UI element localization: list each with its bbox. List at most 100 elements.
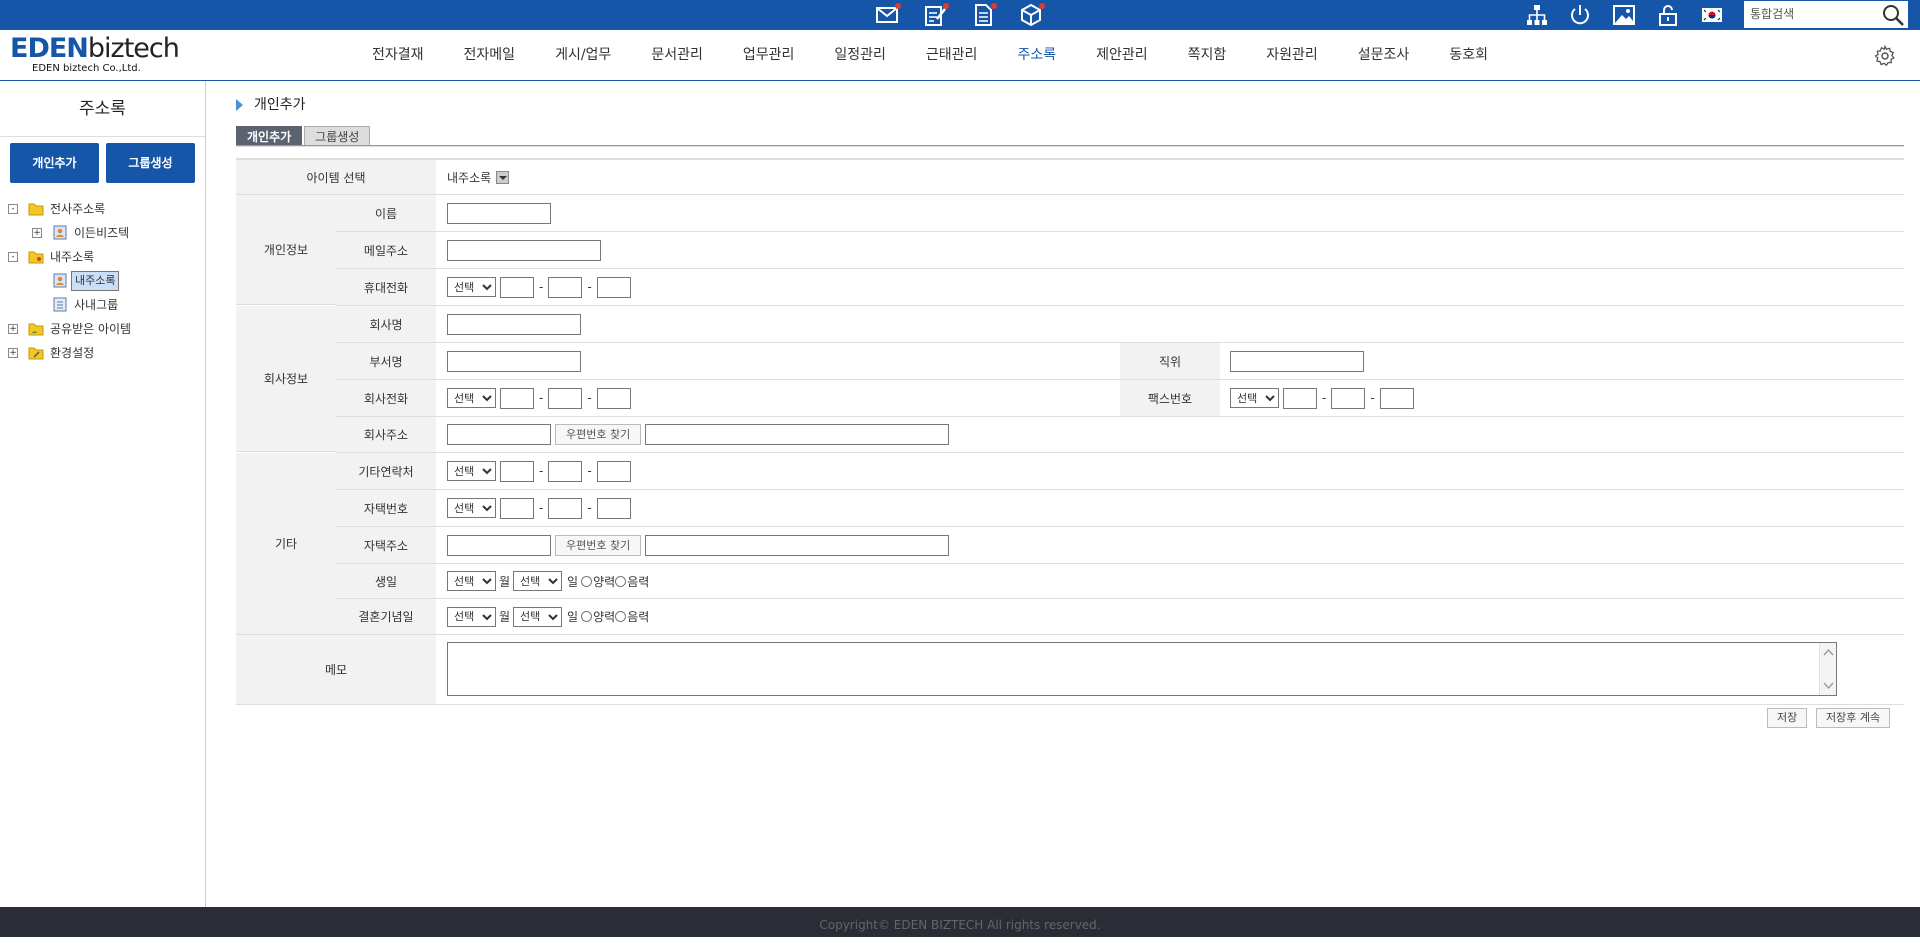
tab-create-group[interactable]: 그룹생성 [304,126,371,146]
group-book-icon [53,297,67,312]
collapse-icon[interactable]: - [8,252,18,262]
expand-icon[interactable]: + [8,348,18,358]
tree-item-label: 사내그룹 [74,298,119,312]
save-button[interactable]: 저장 [1767,708,1808,728]
nav-item-addressbook[interactable]: 주소록 [997,30,1076,80]
contact-book-icon [53,273,67,288]
anniversary-day-select[interactable]: 선택 [513,606,563,627]
mobile-prefix-select[interactable]: 선택 [447,277,496,297]
nav-item-attendance[interactable]: 근태관리 [906,30,998,80]
home-address-label: 자택주소 [336,527,436,563]
name-input[interactable] [447,202,551,224]
add-person-button[interactable]: 개인추가 [10,143,99,183]
nav-item-resources[interactable]: 자원관리 [1246,30,1338,80]
tab-add-person[interactable]: 개인추가 [236,126,303,146]
image-icon[interactable] [1612,3,1636,27]
dept-input[interactable] [447,350,581,372]
mail-icon[interactable] [875,3,901,27]
email-input[interactable] [447,239,601,261]
folder-user-icon [28,251,44,264]
company-zip-search-button[interactable]: 우편번호 찾기 [555,424,642,445]
expand-icon[interactable]: + [8,324,18,334]
nav-item-board[interactable]: 게시/업무 [535,30,631,80]
memo-scrollbar[interactable] [1819,643,1836,695]
company-input[interactable] [447,313,581,335]
search-icon[interactable] [1880,2,1906,27]
search-input[interactable] [1750,5,1870,23]
birthday-solar-radio[interactable] [581,575,593,587]
nav-item-mail[interactable]: 전자메일 [444,30,536,80]
anniversary-solar-radio[interactable] [581,611,593,622]
add-person-form: 아이템 선택 내주소록 개인정보 회사정보 기타 이름 메일주소 휴대전화 선택 [236,158,1904,705]
nav-item-tasks[interactable]: 업무관리 [723,30,815,80]
document-icon[interactable] [971,3,997,27]
nav-item-proposal[interactable]: 제안관리 [1076,30,1168,80]
fax-prefix-select[interactable]: 선택 [1230,388,1279,408]
mobile-part1-input[interactable] [500,276,534,298]
item-select-control[interactable]: 내주소록 [447,160,510,194]
fax-part2-input[interactable] [1331,387,1366,409]
nav-item-approval[interactable]: 전자결재 [352,30,444,80]
other-contact-part2-input[interactable] [548,460,583,482]
home-phone-part1-input[interactable] [500,497,534,519]
company-phone-part3-input[interactable] [596,387,631,409]
row-name: 이름 [336,195,1904,232]
company-zip-input[interactable] [447,424,551,445]
nav-item-documents[interactable]: 문서관리 [631,30,723,80]
save-and-continue-button[interactable]: 저장후 계속 [1816,708,1891,728]
nav-item-notes[interactable]: 쪽지함 [1168,30,1247,80]
korea-flag-icon[interactable] [1700,3,1724,27]
home-zip-search-button[interactable]: 우편번호 찾기 [555,534,642,556]
email-label: 메일주소 [336,232,436,268]
gear-icon[interactable] [1873,44,1897,68]
memo-textarea[interactable] [447,642,1837,696]
other-contact-part3-input[interactable] [596,460,631,482]
folder-icon [28,203,44,216]
tab-divider [236,145,1904,147]
lock-icon[interactable] [1656,3,1680,27]
fax-part3-input[interactable] [1379,387,1414,409]
nav-item-schedule[interactable]: 일정관리 [814,30,906,80]
logo[interactable]: EDENbiztech EDEN biztech Co.,Ltd. [10,35,180,77]
company-label: 회사명 [336,306,436,342]
dash: - [587,501,592,515]
create-group-button[interactable]: 그룹생성 [106,143,195,183]
collapse-icon[interactable]: - [8,204,18,214]
nav-item-club[interactable]: 동호회 [1429,30,1508,80]
tree-item-label: 공유받은 아이템 [50,322,132,336]
dash: - [539,391,544,405]
expand-icon[interactable]: + [32,228,42,238]
company-phone-prefix-select[interactable]: 선택 [447,388,496,408]
other-contact-part1-input[interactable] [500,460,534,482]
company-address-input[interactable] [645,424,950,445]
copyright-text: Copyright© EDEN BIZTECH All rights reser… [819,918,1101,932]
other-contact-prefix-select[interactable]: 선택 [447,461,496,481]
home-phone-prefix-select[interactable]: 선택 [447,498,496,518]
fax-part1-input[interactable] [1283,387,1317,409]
tree-item-label: 전사주소록 [50,202,106,216]
settings-folder-icon [28,347,44,360]
home-address-input[interactable] [645,534,950,556]
anniversary-month-select[interactable]: 선택 [447,606,496,627]
mobile-part3-input[interactable] [596,276,631,298]
company-phone-part1-input[interactable] [500,387,534,409]
home-phone-part2-input[interactable] [548,497,583,519]
company-phone-part2-input[interactable] [548,387,583,409]
birthday-month-select[interactable]: 선택 [447,571,496,591]
sidebar: 주소록 개인추가 그룹생성 - 전사주소록 + 이든비즈텍 - 내주소록 내주소… [0,81,206,907]
dropdown-arrow-icon[interactable] [496,170,510,184]
mobile-part2-input[interactable] [548,276,583,298]
anniversary-lunar-radio[interactable] [615,611,627,622]
cube-icon[interactable] [1019,3,1045,27]
nav-item-survey[interactable]: 설문조사 [1338,30,1430,80]
power-icon[interactable] [1568,3,1592,27]
shared-folder-icon [28,323,44,336]
org-chart-icon[interactable] [1525,3,1549,27]
home-zip-input[interactable] [447,534,551,556]
header: EDENbiztech EDEN biztech Co.,Ltd. 전자결재 전… [0,30,1920,81]
position-input[interactable] [1230,350,1364,372]
birthday-day-select[interactable]: 선택 [513,571,563,591]
approval-icon[interactable] [923,3,949,27]
home-phone-part3-input[interactable] [596,497,631,519]
birthday-lunar-radio[interactable] [615,575,627,587]
